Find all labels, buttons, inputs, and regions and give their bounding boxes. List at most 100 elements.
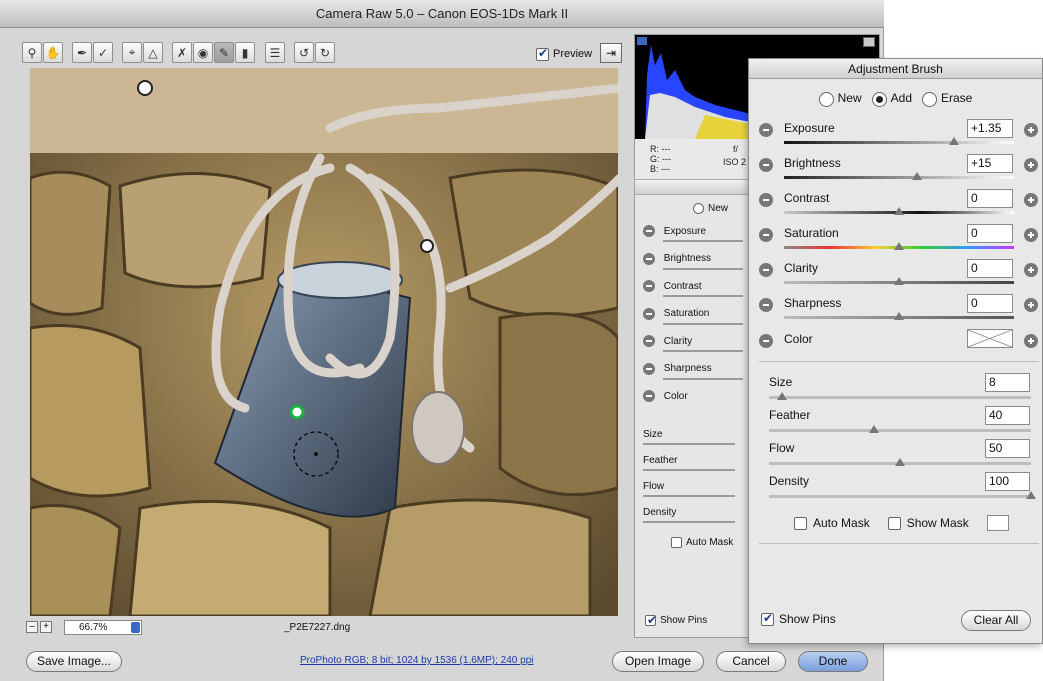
feather-value-field[interactable]: 40 [985,406,1030,425]
back-slider-track[interactable] [663,322,743,325]
open-image-button[interactable]: Open Image [612,651,704,672]
feather-slider-track[interactable] [769,425,1031,433]
sharpness-value-field[interactable]: 0 [967,294,1013,313]
exposure-slider-thumb[interactable] [949,137,960,145]
contrast-slider-track[interactable] [784,207,1014,215]
sharpness-minus-icon[interactable] [759,298,773,312]
back-minus-icon[interactable] [643,252,655,265]
flow-slider-thumb[interactable] [895,458,905,466]
highlight-clipping-warning-icon[interactable] [863,37,875,47]
preferences-button[interactable]: ☰ [265,42,285,63]
shadow-clipping-warning-icon[interactable] [637,37,647,45]
save-image-button[interactable]: Save Image... [26,651,122,672]
size-slider-thumb[interactable] [777,392,788,400]
contrast-plus-icon[interactable] [1024,193,1038,207]
saturation-slider-thumb[interactable] [894,242,904,250]
brightness-plus-icon[interactable] [1024,158,1038,172]
exposure-plus-icon[interactable] [1024,123,1038,137]
brightness-minus-icon[interactable] [759,158,773,172]
zoom-in-button[interactable]: + [40,621,52,633]
mode-add-radio[interactable] [871,91,887,107]
zoom-out-button[interactable]: – [26,621,38,633]
sharpness-plus-icon[interactable] [1024,298,1038,312]
exposure-minus-icon[interactable] [759,123,773,137]
exposure-slider-track[interactable] [784,137,1014,145]
mode-erase-radio[interactable] [922,91,937,107]
cancel-button[interactable]: Cancel [716,651,786,672]
mask-color-swatch[interactable] [986,515,1009,531]
color-plus-icon[interactable] [1024,334,1038,348]
back-minus-icon[interactable] [643,280,655,292]
clarity-slider-track[interactable] [784,277,1014,285]
show-pins-checkbox[interactable] [761,611,774,626]
saturation-slider-track[interactable] [784,242,1014,250]
fullscreen-button[interactable]: ⇥ [600,43,622,63]
mode-new-radio[interactable] [818,91,834,107]
density-value-field[interactable]: 100 [985,472,1030,491]
contrast-value-field[interactable]: 0 [967,189,1013,208]
clear-all-button[interactable]: Clear All [961,610,1031,631]
saturation-value-field[interactable]: 0 [967,224,1013,243]
active-adjustment-pin[interactable] [289,404,305,420]
back-minus-icon[interactable] [643,362,655,375]
zoom-level-select[interactable]: 66.7% [64,620,142,635]
clarity-minus-icon[interactable] [759,263,773,277]
preview-checkbox[interactable] [536,46,549,61]
mode-erase[interactable]: Erase [922,91,972,107]
workflow-options-link[interactable]: ProPhoto RGB; 8 bit; 1024 by 1536 (1.6MP… [300,655,533,666]
graduated-filter-tool-button[interactable]: ▮ [235,42,255,63]
back-auto-mask[interactable]: Auto Mask [671,537,733,548]
adjustment-brush-tool-button[interactable]: ✎ [214,42,234,63]
feather-slider-thumb[interactable] [868,425,879,433]
contrast-minus-icon[interactable] [759,193,773,207]
auto-mask-checkbox[interactable] [794,516,807,530]
back-show-pins[interactable]: Show Pins [645,613,707,627]
show-pins[interactable]: Show Pins [761,611,836,626]
adjustment-pin[interactable] [137,80,153,96]
back-brush-slider-track[interactable] [643,443,735,445]
back-slider-track[interactable] [663,267,743,270]
sharpness-slider-thumb[interactable] [894,312,904,320]
contrast-slider-thumb[interactable] [894,207,904,215]
back-brush-slider-track[interactable] [643,521,735,523]
back-slider-track[interactable] [663,295,743,297]
crop-tool-button[interactable]: ⌖ [122,42,142,63]
preview-toggle[interactable]: Preview [536,45,592,63]
mode-new[interactable]: New [818,91,862,107]
flow-value-field[interactable]: 50 [985,439,1030,458]
color-sampler-tool-button[interactable]: ✓ [93,42,113,63]
adjustment-pin[interactable] [420,239,434,253]
back-minus-icon[interactable] [643,307,655,320]
brightness-slider-thumb[interactable] [912,172,923,180]
color-minus-icon[interactable] [759,334,773,348]
done-button[interactable]: Done [798,651,868,672]
back-show-pins-checkbox[interactable] [645,613,657,627]
brightness-slider-track[interactable] [784,172,1014,180]
image-preview[interactable] [30,68,618,616]
rotate-ccw-button[interactable]: ↺ [294,42,314,63]
size-value-field[interactable]: 8 [985,373,1030,392]
sharpness-slider-track[interactable] [784,312,1014,320]
zoom-tool-button[interactable]: ⚲ [22,42,42,63]
clarity-plus-icon[interactable] [1024,263,1038,277]
back-new-radio[interactable] [693,203,704,214]
flow-slider-track[interactable] [769,458,1031,466]
hand-tool-button[interactable]: ✋ [43,42,63,63]
back-brush-slider-track[interactable] [643,495,735,497]
clarity-slider-thumb[interactable] [894,277,904,285]
show-mask-checkbox[interactable] [887,516,901,530]
back-slider-track[interactable] [663,377,743,380]
back-minus-icon[interactable] [643,390,655,402]
mode-add[interactable]: Add [871,91,912,107]
color-swatch[interactable] [967,329,1013,348]
saturation-minus-icon[interactable] [759,228,773,242]
clarity-value-field[interactable]: 0 [967,259,1013,278]
exposure-value-field[interactable]: +1.35 [967,119,1013,138]
red-eye-tool-button[interactable]: ◉ [193,42,213,63]
density-slider-thumb[interactable] [1026,491,1036,499]
density-slider-track[interactable] [769,491,1036,499]
back-minus-icon[interactable] [643,225,655,237]
back-brush-slider-track[interactable] [643,469,735,471]
white-balance-tool-button[interactable]: ✒ [72,42,92,63]
back-panel-new-option[interactable]: New [693,203,728,214]
